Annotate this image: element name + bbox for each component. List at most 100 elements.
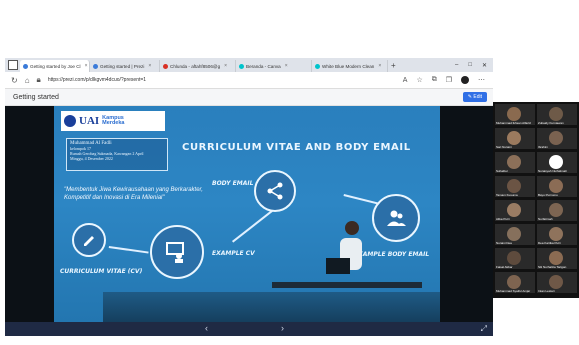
participant-tile[interactable]: Ibrahim <box>537 128 577 149</box>
participant-video <box>549 203 563 217</box>
tab-canva-design[interactable]: White Blue Modern Clean × <box>312 60 388 72</box>
collections-icon[interactable]: ❐ <box>446 76 452 84</box>
participant-video <box>549 107 563 121</box>
participant-tile[interactable]: Zubaidy Kurniawan <box>537 104 577 125</box>
canva-favicon-icon <box>239 63 244 69</box>
participant-name: Intan Lestari <box>538 289 555 293</box>
tab-label: Getting started | Prezi <box>100 63 145 69</box>
share-icon <box>267 182 283 200</box>
participants-gallery: Muhammad Ikhsan Alfarizi Zubaidy Kurniawa… <box>493 102 579 298</box>
refresh-icon[interactable]: ↻ <box>11 76 18 85</box>
university-seal-icon <box>64 115 76 127</box>
participant-video <box>549 155 563 169</box>
participant-tile[interactable]: Nurfatimah <box>537 200 577 221</box>
more-menu-icon[interactable]: ⋯ <box>478 76 485 84</box>
presentation-slide: UAI Kampus Merdeka Muhammad Al Fadli kelo… <box>5 106 493 322</box>
profile-avatar[interactable] <box>461 76 469 84</box>
slide-canvas: UAI Kampus Merdeka Muhammad Al Fadli kelo… <box>54 106 440 322</box>
participant-video <box>549 251 563 265</box>
participant-tile[interactable]: Nuraisyah Nurfatimah <box>537 152 577 173</box>
participant-name: Muhammad Syaiful Amjar <box>496 289 531 293</box>
address-bar: ↻ ⌂ 🔒︎ https://prezi.com/p/dlkgvm4dcuo/?… <box>5 72 493 89</box>
new-tab-button[interactable]: + <box>391 61 396 70</box>
close-window-button[interactable]: ✕ <box>482 62 487 69</box>
participant-tile[interactable]: Sari Nuraini <box>495 128 535 149</box>
participant-name: Bayu Purnomo <box>538 193 558 197</box>
person-board-icon <box>166 242 184 263</box>
close-tab-icon[interactable]: × <box>148 63 151 69</box>
tab-getting-started[interactable]: Getting started by Joe Cl × <box>20 60 90 72</box>
tab-label: Beranda - Canva <box>246 63 281 69</box>
maximize-button[interactable]: □ <box>468 62 472 69</box>
participant-tile[interactable]: Faisal Akbar <box>495 248 535 269</box>
participant-video <box>507 155 521 169</box>
browser-tab-strip: Getting started by Joe Cl × Getting star… <box>5 58 493 72</box>
participant-tile[interactable]: Suhaibur <box>495 152 535 173</box>
previous-slide-button[interactable]: ‹ <box>205 323 208 333</box>
participant-video <box>507 203 521 217</box>
participant-tile[interactable]: Siti Nurhaliza Tarigan <box>537 248 577 269</box>
close-tab-icon[interactable]: × <box>85 63 88 69</box>
participant-tile[interactable]: Nuraini Dea <box>495 224 535 245</box>
participant-tile[interactable]: Intan Lestari <box>537 272 577 293</box>
next-slide-button[interactable]: › <box>281 323 284 333</box>
participant-video <box>507 227 521 241</box>
example-body-email-node[interactable] <box>372 194 420 242</box>
participant-video <box>507 251 521 265</box>
participant-tile[interactable]: Muhammad Syaiful Amjar <box>495 272 535 293</box>
participant-tile[interactable]: Bayu Purnomo <box>537 176 577 197</box>
label-example-cv: EXAMPLE CV <box>212 250 255 257</box>
participant-name: Nuraini Dea <box>496 241 512 245</box>
close-tab-icon[interactable]: × <box>378 63 381 69</box>
read-aloud-icon[interactable]: A <box>403 77 408 84</box>
participant-name: Sari Nuraini <box>496 145 512 149</box>
participant-name: Dea Kartika Putri <box>538 241 561 245</box>
presenter-date: Minggu, 4 Desember 2022 <box>70 156 113 161</box>
pencil-node[interactable] <box>72 223 106 257</box>
fullscreen-icon[interactable]: ⤢ <box>481 324 487 334</box>
participant-tile[interactable]: Muhammad Ikhsan Alfarizi <box>495 104 535 125</box>
label-curriculum-vitae: CURRICULUM VITAE (CV) <box>60 268 143 275</box>
address-bar-icons: A ☆ ⧉ ❐ ⋯ <box>403 76 493 84</box>
extensions-icon[interactable]: ⧉ <box>432 76 437 84</box>
participant-video <box>507 131 521 145</box>
participant-name: Nurfatimah <box>538 217 553 221</box>
mail-favicon-icon <box>163 63 168 69</box>
window-controls: – □ ✕ <box>455 62 493 69</box>
kampus-merdeka-logo: Kampus Merdeka <box>102 115 124 127</box>
users-icon <box>387 210 406 226</box>
participant-name: Suhaibur <box>496 169 509 173</box>
tab-mail[interactable]: Chlunda - aftahf8506@g × <box>160 60 236 72</box>
lock-icon[interactable]: 🔒︎ <box>37 75 41 85</box>
favorites-star-icon[interactable]: ☆ <box>416 76 422 84</box>
presentation-title: Getting started <box>13 93 59 101</box>
example-cv-node[interactable] <box>150 225 204 279</box>
participant-video <box>549 227 563 241</box>
participant-tile[interactable]: Dea Kartika Putri <box>537 224 577 245</box>
tab-prezi[interactable]: Getting started | Prezi × <box>90 60 160 72</box>
close-tab-icon[interactable]: × <box>224 63 227 69</box>
pencil-icon <box>84 236 94 246</box>
participant-name: Ibrahim <box>538 145 549 149</box>
participant-name: Alika Putri <box>496 217 510 221</box>
participant-video <box>507 179 521 193</box>
participant-video <box>549 275 563 289</box>
participant-tile[interactable]: Alika Putri <box>495 200 535 221</box>
window-menu-icon[interactable] <box>8 60 18 70</box>
minimize-button[interactable]: – <box>455 62 458 69</box>
presenter-info-box: Muhammad Al Fadli kelompok 17 Rumah Gero… <box>66 138 168 171</box>
tab-label: Chlunda - aftahf8506@g <box>170 63 221 69</box>
participant-name: Zubaidy Kurniawan <box>538 121 564 125</box>
edit-button[interactable]: ✎ Edit <box>462 92 487 102</box>
participant-video <box>507 107 521 121</box>
url-field[interactable]: https://prezi.com/p/dlkgvm4dcuo/?present… <box>48 77 403 83</box>
participant-tile[interactable]: Tamam Kusuma <box>495 176 535 197</box>
participant-video <box>549 131 563 145</box>
tab-canva-home[interactable]: Beranda - Canva × <box>236 60 312 72</box>
close-tab-icon[interactable]: × <box>285 63 288 69</box>
meeting-screen: Getting started by Joe Cl × Getting star… <box>0 0 579 345</box>
participant-name: Faisal Akbar <box>496 265 513 269</box>
home-icon[interactable]: ⌂ <box>25 76 30 85</box>
share-node[interactable] <box>254 170 296 212</box>
slide-title: CURRICULUM VITAE AND BODY EMAIL <box>182 142 411 153</box>
